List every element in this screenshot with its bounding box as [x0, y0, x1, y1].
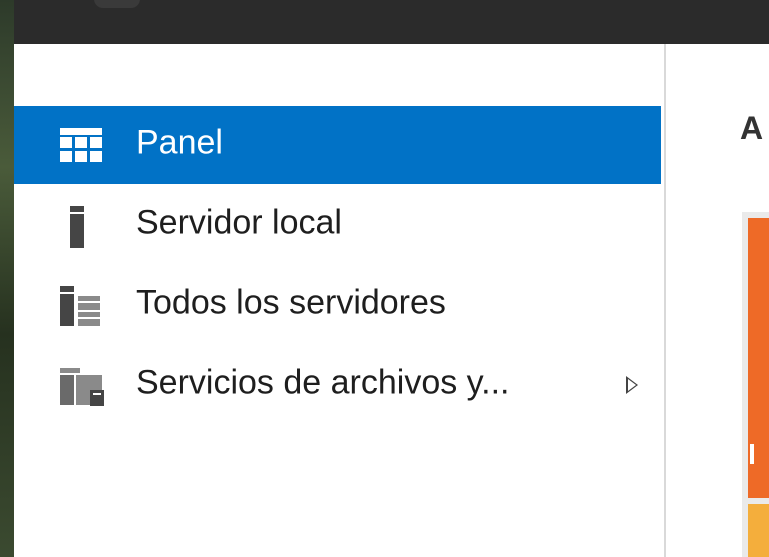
titlebar-button[interactable] — [94, 0, 140, 8]
server-icon — [60, 206, 102, 248]
file-services-icon — [60, 366, 104, 406]
expand-arrow-icon[interactable] — [626, 376, 638, 394]
server-manager-window: Panel Servidor local Todos los servidore… — [0, 0, 769, 557]
sidebar-item-label: Panel — [136, 123, 223, 162]
title-bar — [14, 0, 769, 44]
dashboard-icon — [60, 126, 102, 164]
sidebar-item-label: Todos los servidores — [136, 283, 446, 322]
whats-new-tile[interactable] — [748, 504, 769, 557]
tile-marker — [750, 444, 754, 464]
sidebar-item-todos-los-servidores[interactable]: Todos los servidores — [14, 266, 661, 344]
sidebar-item-panel[interactable]: Panel — [14, 106, 661, 184]
sidebar-item-servidor-local[interactable]: Servidor local — [14, 186, 661, 264]
sidebar-item-label: Servidor local — [136, 203, 342, 242]
desktop-background-strip — [0, 0, 14, 557]
sidebar: Panel Servidor local Todos los servidore… — [14, 44, 664, 557]
sidebar-item-servicios-de-archivos[interactable]: Servicios de archivos y... — [14, 346, 661, 424]
page-title: A — [740, 110, 764, 146]
main-content: A — [666, 44, 769, 557]
sidebar-item-label: Servicios de archivos y... — [136, 363, 510, 402]
servers-icon — [60, 286, 102, 326]
